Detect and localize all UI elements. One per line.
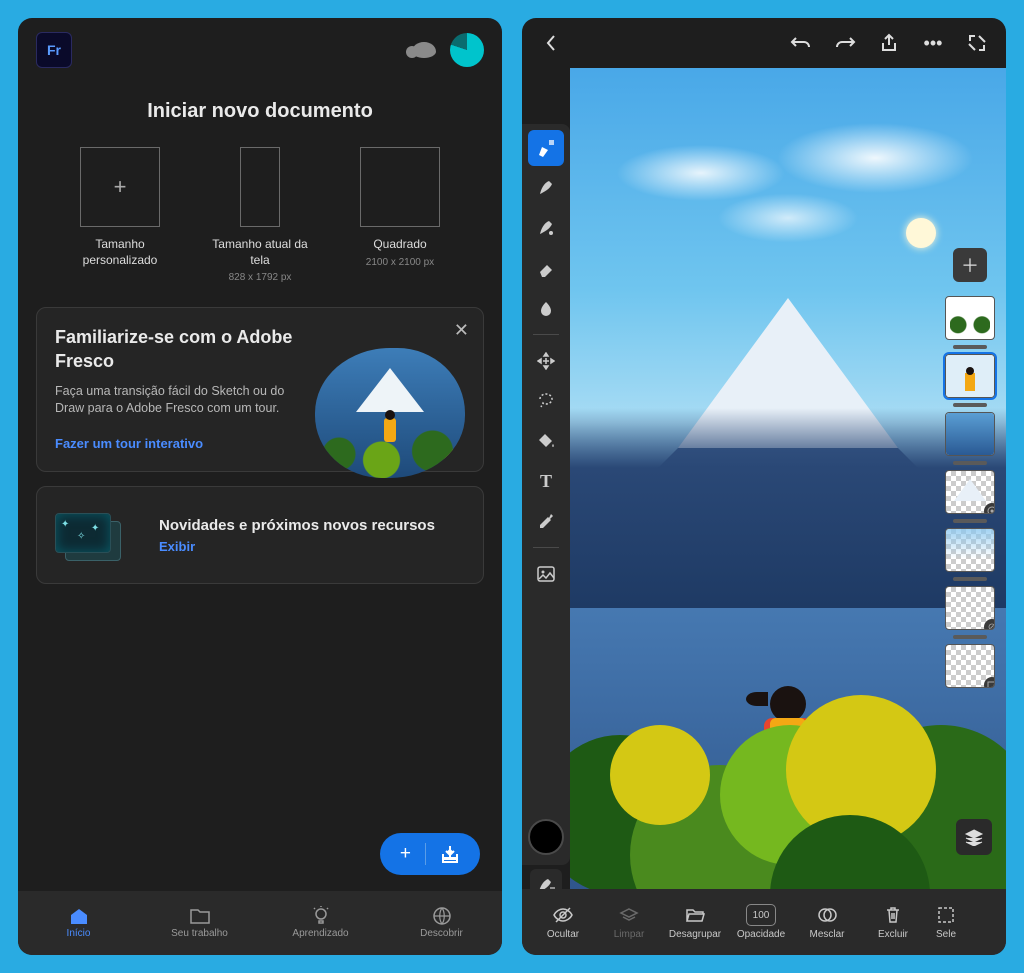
layer-actions-bar: Ocultar Limpar Desagrupar 100 Opacidade … <box>522 889 1006 955</box>
home-screen: Fr Iniciar novo documento + Tamanho pers… <box>18 18 502 955</box>
editor-screen: ••• <box>522 18 1006 955</box>
folder-open-icon <box>685 904 705 926</box>
tool-place-image[interactable] <box>528 556 564 592</box>
undo-button[interactable] <box>790 32 812 54</box>
page-title: Iniciar novo documento <box>18 100 502 123</box>
preset-square[interactable]: Quadrado 2100 x 2100 px <box>345 147 455 283</box>
tab-learn[interactable]: Aprendizado <box>260 891 381 955</box>
tool-vector-brush[interactable] <box>528 170 564 206</box>
action-clear[interactable]: Limpar <box>596 904 662 940</box>
tool-pixel-brush[interactable] <box>528 130 564 166</box>
tab-your-work[interactable]: Seu trabalho <box>139 891 260 955</box>
plus-icon: + <box>80 147 160 227</box>
promo-body: Faça uma transição fácil do Sketch ou do… <box>55 383 285 418</box>
promo-heading: Familiarize-se com o Adobe Fresco <box>55 326 305 373</box>
action-select[interactable]: Sele <box>926 904 966 940</box>
opacity-value: 100 <box>746 904 776 926</box>
layer-thumbnail[interactable]: ⊘ <box>945 586 995 630</box>
tool-text[interactable]: T <box>528 463 564 499</box>
tool-move[interactable] <box>528 343 564 379</box>
preset-custom[interactable]: + Tamanho personalizado <box>65 147 175 283</box>
layer-thumbnail[interactable] <box>945 470 995 514</box>
tool-eyedropper[interactable] <box>528 503 564 539</box>
layer-thumbnail[interactable] <box>945 296 995 340</box>
news-cta-link[interactable]: Exibir <box>159 539 435 554</box>
share-button[interactable] <box>878 32 900 54</box>
promo-card: ✕ Familiarize-se com o Adobe Fresco Faça… <box>36 307 484 472</box>
tool-sidebar: T <box>522 124 570 865</box>
action-hide[interactable]: Ocultar <box>530 904 596 940</box>
plus-icon: + <box>400 843 411 865</box>
home-icon <box>69 907 89 925</box>
tab-discover[interactable]: Descobrir <box>381 891 502 955</box>
lightbulb-icon <box>311 907 331 925</box>
globe-icon <box>432 907 452 925</box>
new-document-fab[interactable]: + <box>380 833 480 875</box>
layers-panel: ＋ ⊘ <box>940 248 1000 688</box>
editor-header: ••• <box>522 18 1006 68</box>
home-header: Fr <box>18 18 502 82</box>
close-icon[interactable]: ✕ <box>454 320 469 341</box>
layers-toggle-button[interactable] <box>956 819 992 855</box>
promo-thumbnail <box>315 348 465 478</box>
bottom-tabs: Início Seu trabalho Aprendizado Descobri… <box>18 891 502 955</box>
eye-off-icon <box>552 904 574 926</box>
tool-eraser[interactable] <box>528 250 564 286</box>
back-button[interactable] <box>540 32 562 54</box>
news-card[interactable]: ✦ ✧ ✦ Novidades e próximos novos recurso… <box>36 486 484 584</box>
document-presets: + Tamanho personalizado Tamanho atual da… <box>18 147 502 283</box>
tab-home[interactable]: Início <box>18 891 139 955</box>
redo-button[interactable] <box>834 32 856 54</box>
news-heading: Novidades e próximos novos recursos <box>159 516 435 536</box>
color-swatch[interactable] <box>528 819 564 855</box>
tool-lasso[interactable] <box>528 383 564 419</box>
action-merge[interactable]: Mesclar <box>794 904 860 940</box>
layer-thumbnail[interactable] <box>945 528 995 572</box>
add-layer-button[interactable]: ＋ <box>953 248 987 282</box>
profile-avatar[interactable] <box>450 33 484 67</box>
cloud-sync-icon[interactable] <box>412 42 436 58</box>
action-opacity[interactable]: 100 Opacidade <box>728 904 794 940</box>
layer-thumbnail[interactable] <box>945 644 995 688</box>
more-button[interactable]: ••• <box>922 32 944 54</box>
import-icon <box>440 845 460 863</box>
clear-icon <box>619 904 639 926</box>
folder-icon <box>190 907 210 925</box>
action-delete[interactable]: Excluir <box>860 904 926 940</box>
select-icon <box>937 904 955 926</box>
app-logo: Fr <box>36 32 72 68</box>
trash-icon <box>884 904 902 926</box>
fullscreen-button[interactable] <box>966 32 988 54</box>
canvas-area: T ＋ ⊘ <box>522 68 1006 955</box>
tool-live-brush[interactable] <box>528 210 564 246</box>
tool-smudge[interactable] <box>528 290 564 326</box>
news-thumbnail-icon: ✦ ✧ ✦ <box>55 507 133 563</box>
layer-thumbnail[interactable] <box>945 354 995 398</box>
tool-fill[interactable] <box>528 423 564 459</box>
preset-screen-size[interactable]: Tamanho atual da tela 828 x 1792 px <box>205 147 315 283</box>
merge-icon <box>817 904 837 926</box>
layer-thumbnail[interactable] <box>945 412 995 456</box>
action-ungroup[interactable]: Desagrupar <box>662 904 728 940</box>
